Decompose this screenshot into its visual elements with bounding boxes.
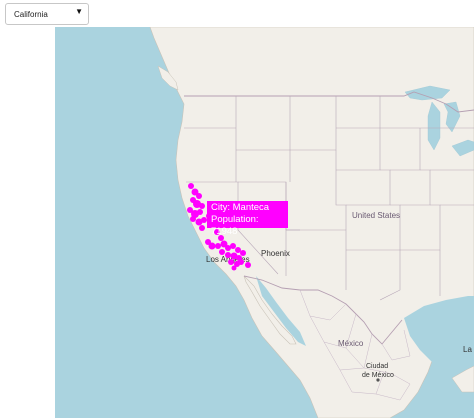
city-label-phoenix: Phoenix (261, 249, 290, 258)
city-marker[interactable] (197, 209, 203, 215)
city-tooltip: City: Manteca Population: 71948 (207, 201, 288, 237)
city-marker[interactable] (208, 242, 216, 250)
edge-label: La (463, 345, 472, 354)
city-marker[interactable] (225, 252, 231, 258)
state-select[interactable]: California ▼ (5, 3, 89, 25)
state-select-value: California (14, 10, 48, 19)
city-marker[interactable] (230, 243, 236, 249)
city-marker[interactable] (231, 265, 237, 271)
city-marker[interactable] (245, 262, 251, 268)
city-marker[interactable] (215, 243, 221, 249)
city-label-ciudad: Ciudad (366, 363, 388, 370)
city-label-de-mexico: de México (362, 372, 394, 379)
city-marker[interactable] (235, 247, 241, 253)
tooltip-city: City: Manteca (211, 202, 270, 213)
city-marker[interactable] (196, 193, 202, 199)
chevron-down-icon: ▼ (75, 7, 83, 16)
city-marker[interactable] (228, 259, 234, 265)
city-marker[interactable] (199, 225, 205, 231)
city-marker[interactable] (238, 259, 244, 265)
country-label-mexico: México (338, 339, 364, 348)
city-marker[interactable] (188, 183, 194, 189)
city-marker[interactable] (190, 216, 196, 222)
city-marker[interactable] (199, 203, 205, 209)
city-dot-mexico (376, 378, 380, 382)
country-label: United States (352, 211, 400, 220)
tooltip-population: Population: 71948 (211, 214, 259, 237)
city-marker[interactable] (240, 250, 246, 256)
city-marker[interactable] (219, 249, 225, 255)
